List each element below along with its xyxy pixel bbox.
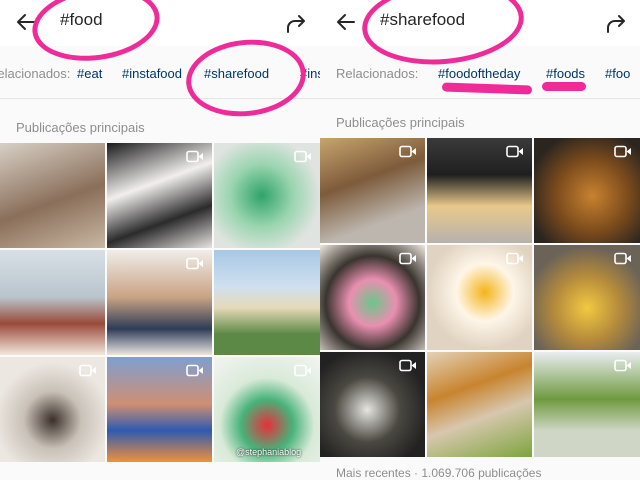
- header: #sharefood: [320, 0, 640, 47]
- post-thumbnail[interactable]: [427, 245, 532, 350]
- video-camera-icon: [399, 359, 416, 372]
- hashtag-title: #food: [60, 10, 103, 29]
- post-thumbnail[interactable]: [107, 250, 212, 355]
- left-screen: #food Relacionados: #eat #instafood #sha…: [0, 0, 320, 480]
- recent-posts-count: Mais recentes · 1.069.706 publicações: [336, 466, 542, 480]
- posts-grid: [320, 138, 640, 457]
- post-thumbnail[interactable]: [427, 352, 532, 457]
- post-thumbnail[interactable]: [534, 245, 640, 350]
- post-thumbnail[interactable]: [0, 250, 105, 355]
- post-thumbnail[interactable]: [320, 245, 425, 350]
- post-thumbnail[interactable]: [214, 143, 320, 248]
- video-camera-icon: [186, 257, 203, 270]
- video-camera-icon: [614, 252, 631, 265]
- related-tag[interactable]: #foo: [605, 66, 630, 81]
- post-thumbnail[interactable]: [107, 143, 212, 248]
- related-label: Relacionados:: [336, 66, 419, 81]
- related-label: Relacionados:: [0, 66, 71, 81]
- related-tag[interactable]: #foodoftheday: [438, 66, 520, 81]
- video-camera-icon: [399, 145, 416, 158]
- related-tags-bar: Relacionados: #eat #instafood #sharefood…: [0, 46, 320, 99]
- video-camera-icon: [186, 364, 203, 377]
- hashtag-title: #sharefood: [380, 10, 466, 29]
- post-thumbnail[interactable]: [107, 357, 212, 462]
- post-thumbnail[interactable]: [427, 138, 532, 243]
- section-title: Publicações principais: [16, 120, 145, 135]
- highlight-underline: [542, 82, 586, 91]
- posts-grid: @stephaniablog: [0, 143, 320, 462]
- related-tag[interactable]: #instafood: [122, 66, 182, 81]
- post-thumbnail[interactable]: [214, 250, 320, 355]
- post-thumbnail[interactable]: [0, 143, 105, 248]
- video-camera-icon: [399, 252, 416, 265]
- section-title: Publicações principais: [336, 115, 465, 130]
- related-tag[interactable]: #insta: [300, 66, 320, 81]
- back-arrow-icon[interactable]: [14, 10, 38, 34]
- video-camera-icon: [294, 150, 311, 163]
- post-thumbnail[interactable]: [320, 352, 425, 457]
- back-arrow-icon[interactable]: [334, 10, 358, 34]
- post-thumbnail[interactable]: [534, 138, 640, 243]
- watermark: @stephaniablog: [236, 447, 302, 457]
- post-thumbnail[interactable]: [0, 357, 105, 462]
- right-screen: #sharefood Relacionados: #foodoftheday #…: [320, 0, 640, 480]
- related-tag[interactable]: #sharefood: [204, 66, 269, 81]
- post-thumbnail[interactable]: @stephaniablog: [214, 357, 320, 462]
- share-arrow-icon[interactable]: [604, 12, 628, 36]
- video-camera-icon: [506, 145, 523, 158]
- share-arrow-icon[interactable]: [284, 12, 308, 36]
- post-thumbnail[interactable]: [320, 138, 425, 243]
- post-thumbnail[interactable]: [534, 352, 640, 457]
- video-camera-icon: [614, 145, 631, 158]
- video-camera-icon: [186, 150, 203, 163]
- video-camera-icon: [614, 359, 631, 372]
- header: #food: [0, 0, 320, 47]
- video-camera-icon: [506, 252, 523, 265]
- related-tag[interactable]: #eat: [77, 66, 102, 81]
- related-tag[interactable]: #foods: [546, 66, 585, 81]
- video-camera-icon: [294, 364, 311, 377]
- video-camera-icon: [79, 364, 96, 377]
